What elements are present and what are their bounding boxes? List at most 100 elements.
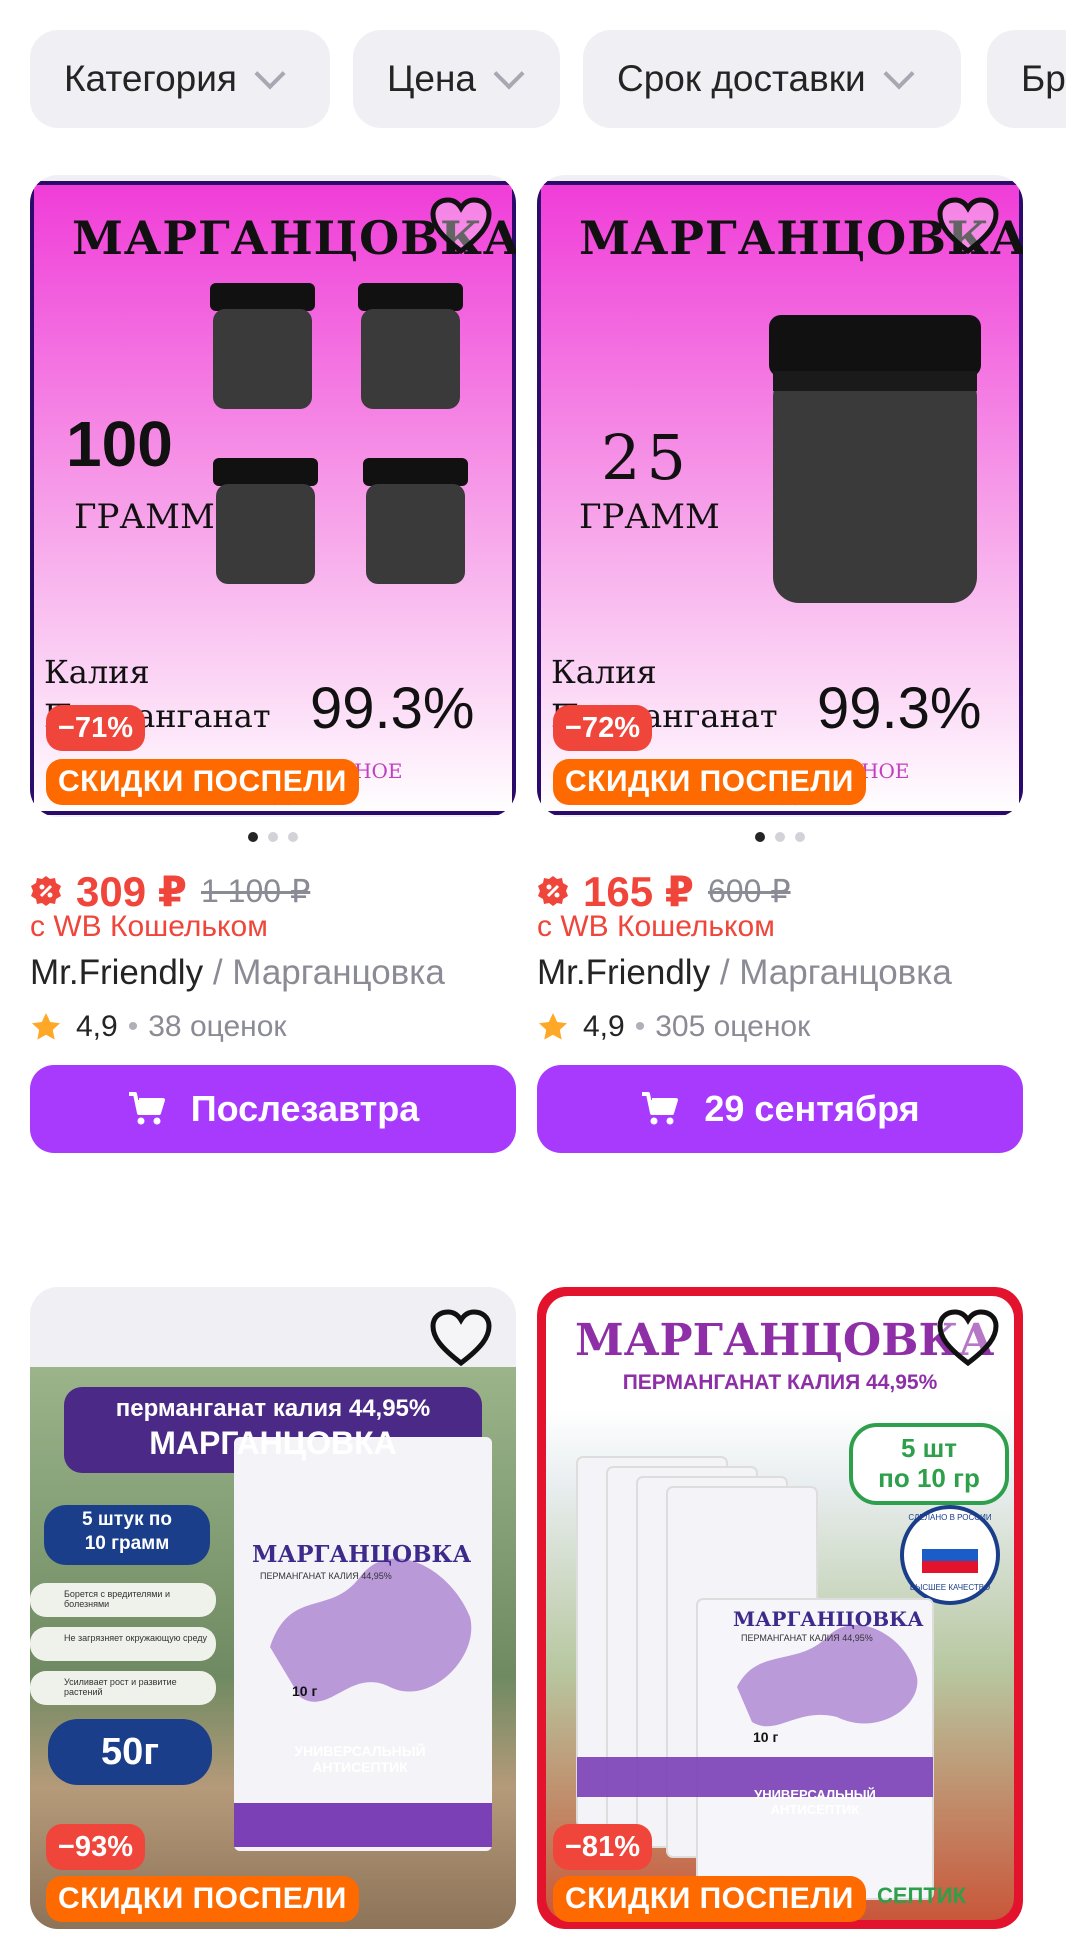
promo-badge: СКИДКИ ПОСПЕЛИ [46,1876,359,1922]
delivery-date: 29 сентября [704,1088,920,1129]
discount-badge: −93% [46,1824,145,1870]
star-icon [539,1013,567,1040]
image-tail-text: СЕПТИК [877,1883,967,1908]
product-name: Марганцовка [232,953,445,992]
image-sachet-sub: ПЕРМАНГАНАТ КАЛИЯ 44,95% [741,1633,873,1643]
product-card[interactable]: МАРГАНЦОВКА ПЕРМАНГАНАТ КАЛИЯ 44,95% 5 ш… [537,1287,1023,1946]
image-sachet-grams: 10 г [753,1729,779,1745]
cart-icon [128,1092,165,1125]
title-separator: / [710,953,740,992]
cart-icon [642,1092,679,1125]
image-feature-2: Не загрязняет окружающую среду [64,1633,208,1643]
brand-name: Mr.Friendly [30,953,204,992]
filter-delivery-label: Срок доставки [617,58,866,99]
pagination-dot [248,832,258,842]
brand-name: Mr.Friendly [537,953,711,992]
product-card[interactable]: перманганат калия 44,95% МАРГАНЦОВКА 5 ш… [30,1287,516,1946]
product-card[interactable]: МАРГАНЦОВКА 100 ГРАММ Калия Перманганат … [30,175,516,1195]
wallet-discount-icon [538,876,568,906]
image-pagination [537,832,1023,842]
wallet-discount-icon [31,876,61,906]
promo-badge: СКИДКИ ПОСПЕЛИ [553,759,866,805]
image-title: МАРГАНЦОВКА [575,1315,995,1366]
product-name: Марганцовка [739,953,952,992]
title-separator: / [203,953,233,992]
image-sachet-bottom: УНИВЕРСАЛЬНЫЙ АНТИСЕПТИК [294,1743,426,1775]
chevron-down-icon [254,58,286,90]
filter-category[interactable]: Категория [30,30,330,128]
pagination-dot [795,832,805,842]
filter-category-label: Категория [64,58,237,99]
add-to-cart-button[interactable]: 29 сентября [537,1065,1023,1153]
image-weight: 50г [100,1731,160,1773]
pagination-dot [755,832,765,842]
image-line1: Калия [551,653,657,691]
star-icon [32,1013,60,1040]
image-line1: Калия [44,653,150,691]
image-pagination [30,832,516,842]
image-percent: 99.3% [310,676,475,741]
reviews-count: 38 оценок [148,1010,287,1043]
image-amount: 100 [66,408,173,480]
promo-badge: СКИДКИ ПОСПЕЛИ [553,1876,866,1922]
heart-icon[interactable] [430,197,492,255]
filter-bar: Категория Цена Срок доставки Бр [30,30,1066,128]
heart-icon[interactable] [937,197,999,255]
filter-delivery[interactable]: Срок доставки [583,30,961,128]
image-pack-line2: 10 грамм [84,1533,170,1554]
rating-separator: • [127,1010,139,1043]
filter-brand-label: Бр [1021,58,1066,99]
image-sub: ПЕРМАНГАНАТ КАЛИЯ 44,95% [622,1371,938,1394]
pagination-dot [775,832,785,842]
rating-value: 4,9 [583,1010,625,1043]
image-unit: ГРАММ [74,497,215,537]
price: 165 ₽ [583,867,694,915]
image-sachet-bottom: УНИВЕРСАЛЬНЫЙ АНТИСЕПТИК [754,1787,876,1817]
image-sachet-grams: 10 г [292,1683,318,1699]
image-sachet-sub: ПЕРМАНГАНАТ КАЛИЯ 44,95% [260,1571,392,1581]
delivery-date: Послезавтра [190,1088,420,1129]
image-seal-top: СДЕЛАНО В РОССИИ [908,1513,992,1522]
heart-icon[interactable] [430,1309,492,1367]
image-amount: 25 [601,421,692,494]
pagination-dot [268,832,278,842]
heart-icon[interactable] [937,1309,999,1367]
image-feature-1: Борется с вредителями и болезнями [64,1589,170,1609]
reviews-count: 305 оценок [655,1010,811,1043]
image-pack-line2: по 10 гр [878,1463,980,1493]
pagination-dot [288,832,298,842]
product-card[interactable]: МАРГАНЦОВКА 25 ГРАММ Калия Перманганат 9… [537,175,1023,1195]
product-photo[interactable]: МАРГАНЦОВКА 100 ГРАММ Калия Перманганат … [30,175,516,817]
image-seal-bottom: ВЫСШЕЕ КАЧЕСТВО [909,1583,991,1592]
discount-badge: −71% [46,705,145,751]
filter-price[interactable]: Цена [353,30,560,128]
product-photo[interactable]: МАРГАНЦОВКА ПЕРМАНГАНАТ КАЛИЯ 44,95% 5 ш… [537,1287,1023,1929]
chevron-down-icon [883,58,915,90]
image-percent: 99.3% [817,676,982,741]
rating: 4,9 • 305 оценок [537,1010,810,1044]
rating: 4,9 • 38 оценок [30,1010,287,1044]
rating-separator: • [634,1010,646,1043]
add-to-cart-button[interactable]: Послезавтра [30,1065,516,1153]
discount-badge: −81% [553,1824,652,1870]
product-photo[interactable]: перманганат калия 44,95% МАРГАНЦОВКА 5 ш… [30,1287,516,1929]
wallet-note: с WB Кошельком [537,910,775,943]
wallet-note: с WB Кошельком [30,910,268,943]
old-price: 600 ₽ [707,873,791,909]
image-banner-sub: перманганат калия 44,95% [115,1395,431,1422]
product-title[interactable]: Mr.Friendly / Марганцовка [537,953,952,993]
image-banner-title: МАРГАНЦОВКА [149,1425,397,1461]
image-unit: ГРАММ [579,497,720,537]
price: 309 ₽ [76,867,187,915]
image-pack-line1: 5 штук по [82,1509,172,1530]
product-title[interactable]: Mr.Friendly / Марганцовка [30,953,445,993]
discount-badge: −72% [553,705,652,751]
product-photo[interactable]: МАРГАНЦОВКА 25 ГРАММ Калия Перманганат 9… [537,175,1023,817]
filter-price-label: Цена [387,58,476,99]
rating-value: 4,9 [76,1010,118,1043]
filter-brand[interactable]: Бр [987,30,1066,128]
promo-badge: СКИДКИ ПОСПЕЛИ [46,759,359,805]
image-sachet-title: МАРГАНЦОВКА [252,1541,472,1568]
chevron-down-icon [493,58,525,90]
image-pack-line1: 5 шт [900,1433,958,1463]
